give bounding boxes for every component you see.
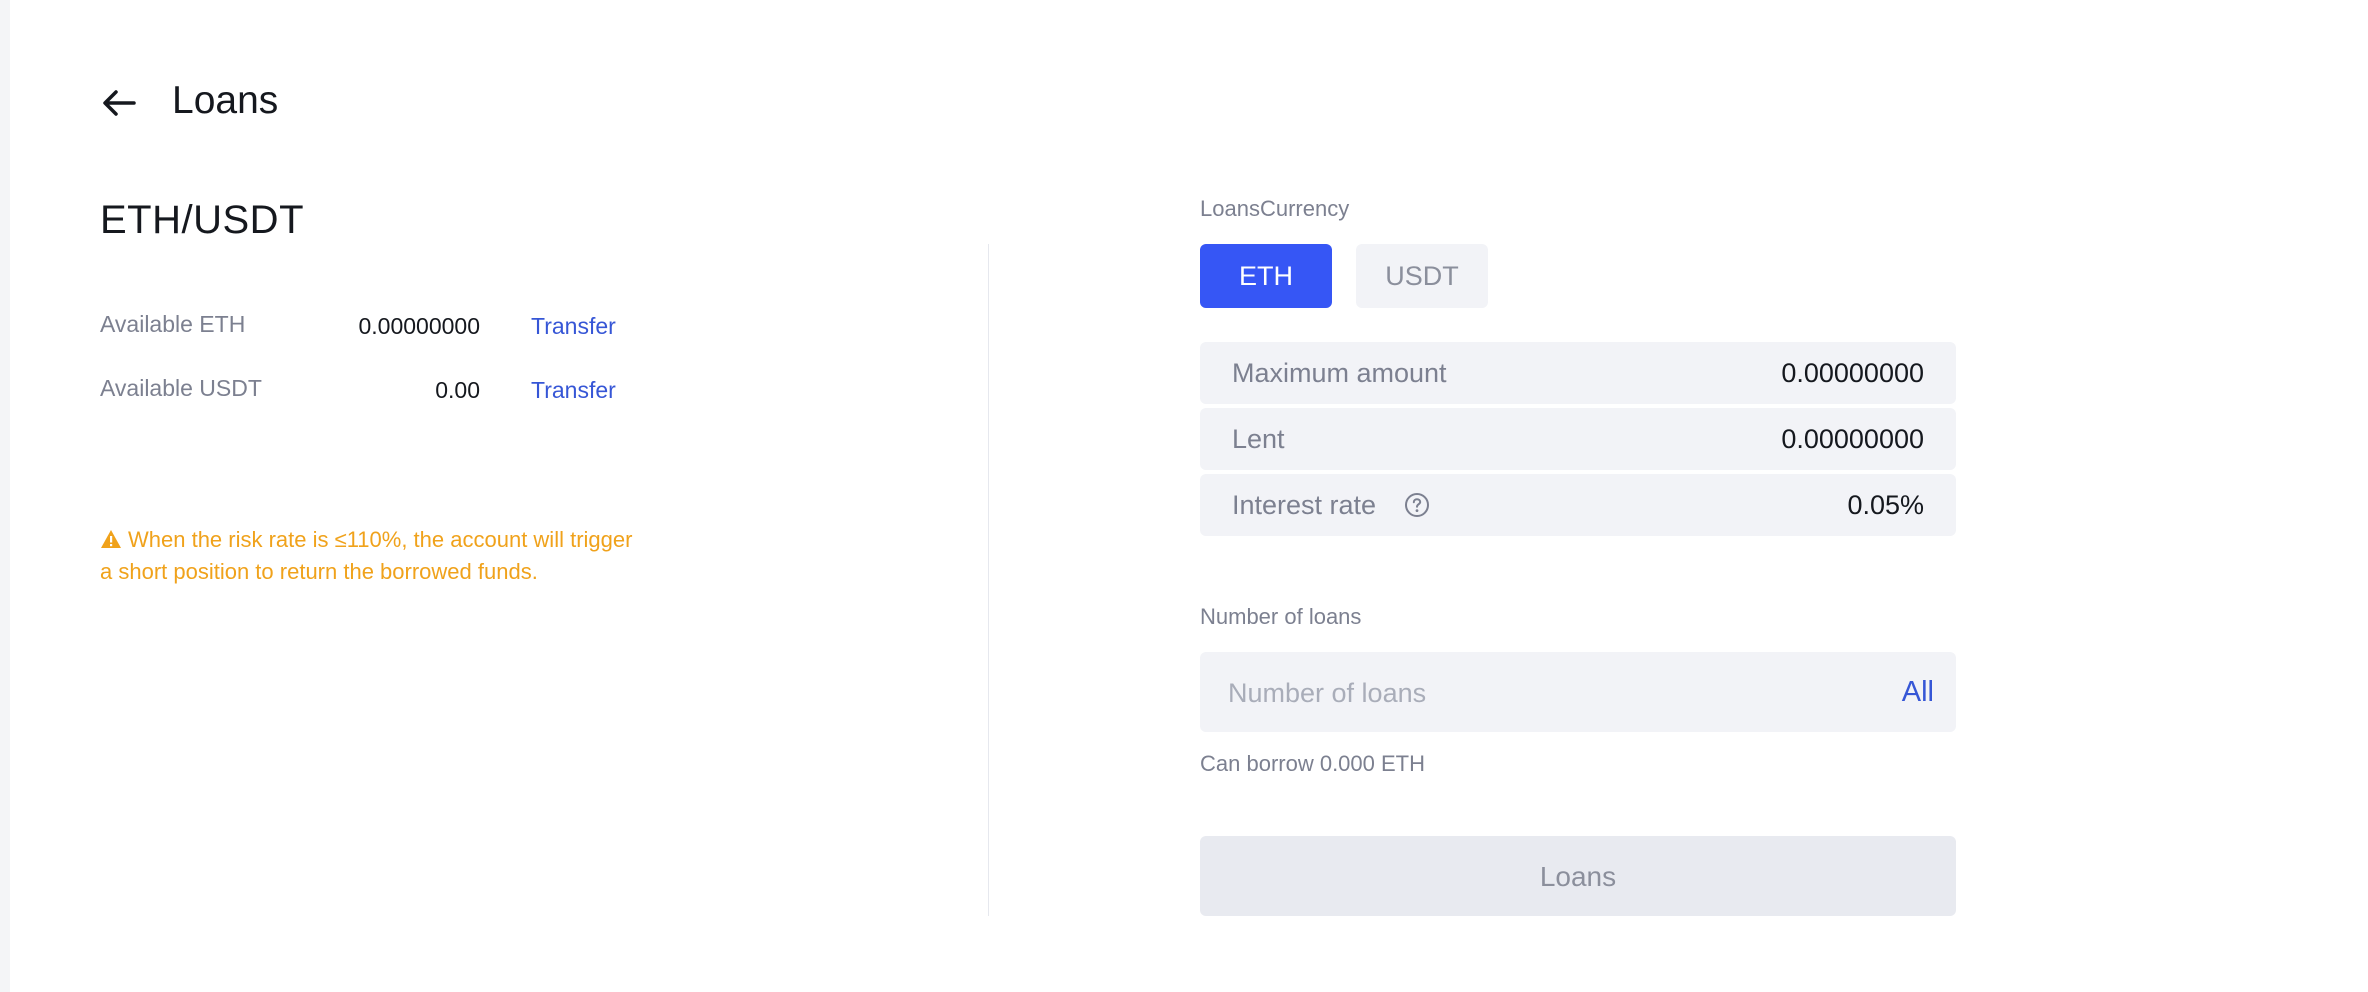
risk-warning: When the risk rate is ≤110%, the account… [100,524,640,588]
asset-row-eth: Available ETH 0.00000000 Transfer [100,304,660,344]
info-value: 0.05% [1847,490,1924,520]
can-borrow-text: Can borrow 0.000 ETH [1200,751,1425,776]
interest-rate-row: Interest rate 0.05% [1200,474,1956,536]
asset-row-usdt: Available USDT 0.00 Transfer [100,368,660,408]
currency-label: LoansCurrency [1200,196,1350,221]
info-value: 0.00000000 [1781,424,1924,454]
currency-usdt-button[interactable]: USDT [1356,244,1488,308]
amount-input-wrapper: All [1200,652,1956,734]
warning-text: When the risk rate is ≤110%, the account… [100,527,633,584]
asset-label: Available ETH [100,311,246,337]
warning-triangle-icon [101,530,121,548]
amount-label: Number of loans [1200,604,1362,629]
page-title: Loans [172,79,279,122]
info-label: Interest rate [1232,490,1377,520]
currency-eth-button[interactable]: ETH [1200,244,1332,308]
column-divider [988,244,989,916]
transfer-usdt-link[interactable]: Transfer [531,370,616,410]
maximum-amount-row: Maximum amount 0.00000000 [1200,342,1956,404]
info-value: 0.00000000 [1781,358,1924,388]
all-amount-button[interactable]: All [1902,652,1934,732]
question-circle-icon[interactable] [1404,492,1430,518]
lent-row: Lent 0.00000000 [1200,408,1956,470]
asset-label: Available USDT [100,375,262,401]
loan-amount-input[interactable] [1226,652,1830,734]
asset-value: 0.00 [435,377,480,403]
info-label: Maximum amount [1232,358,1447,388]
transfer-eth-link[interactable]: Transfer [531,306,616,346]
submit-loan-button[interactable]: Loans [1200,836,1956,916]
loans-panel: Loans ETH/USDT Available ETH 0.00000000 … [10,0,2368,992]
pair-title: ETH/USDT [100,198,304,242]
asset-value: 0.00000000 [358,313,480,339]
arrow-left-icon[interactable] [98,82,140,124]
info-label: Lent [1232,424,1285,454]
